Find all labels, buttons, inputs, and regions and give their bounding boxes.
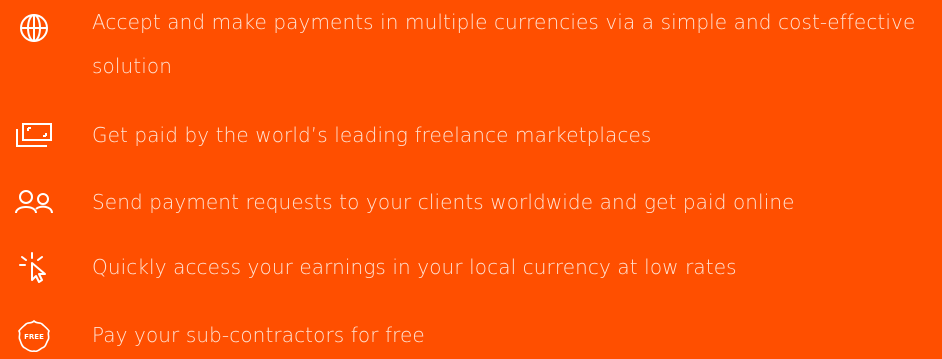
globe-icon <box>14 8 54 48</box>
feature-text: Send payment requests to your clients wo… <box>92 190 795 214</box>
feature-list: Accept and make payments in multiple cur… <box>0 0 942 359</box>
free-badge-icon: FREE <box>14 316 54 356</box>
feature-text: Get paid by the world’s leading freelanc… <box>92 123 652 147</box>
users-icon <box>14 182 54 222</box>
feature-text: Quickly access your earnings in your loc… <box>92 255 737 279</box>
cursor-click-icon <box>14 247 54 287</box>
feature-text: Pay your sub-contractors for free <box>92 323 425 347</box>
free-badge-text: FREE <box>24 333 44 341</box>
banknote-icon <box>14 115 54 155</box>
feature-text: Accept and make payments in multiple cur… <box>92 10 916 78</box>
